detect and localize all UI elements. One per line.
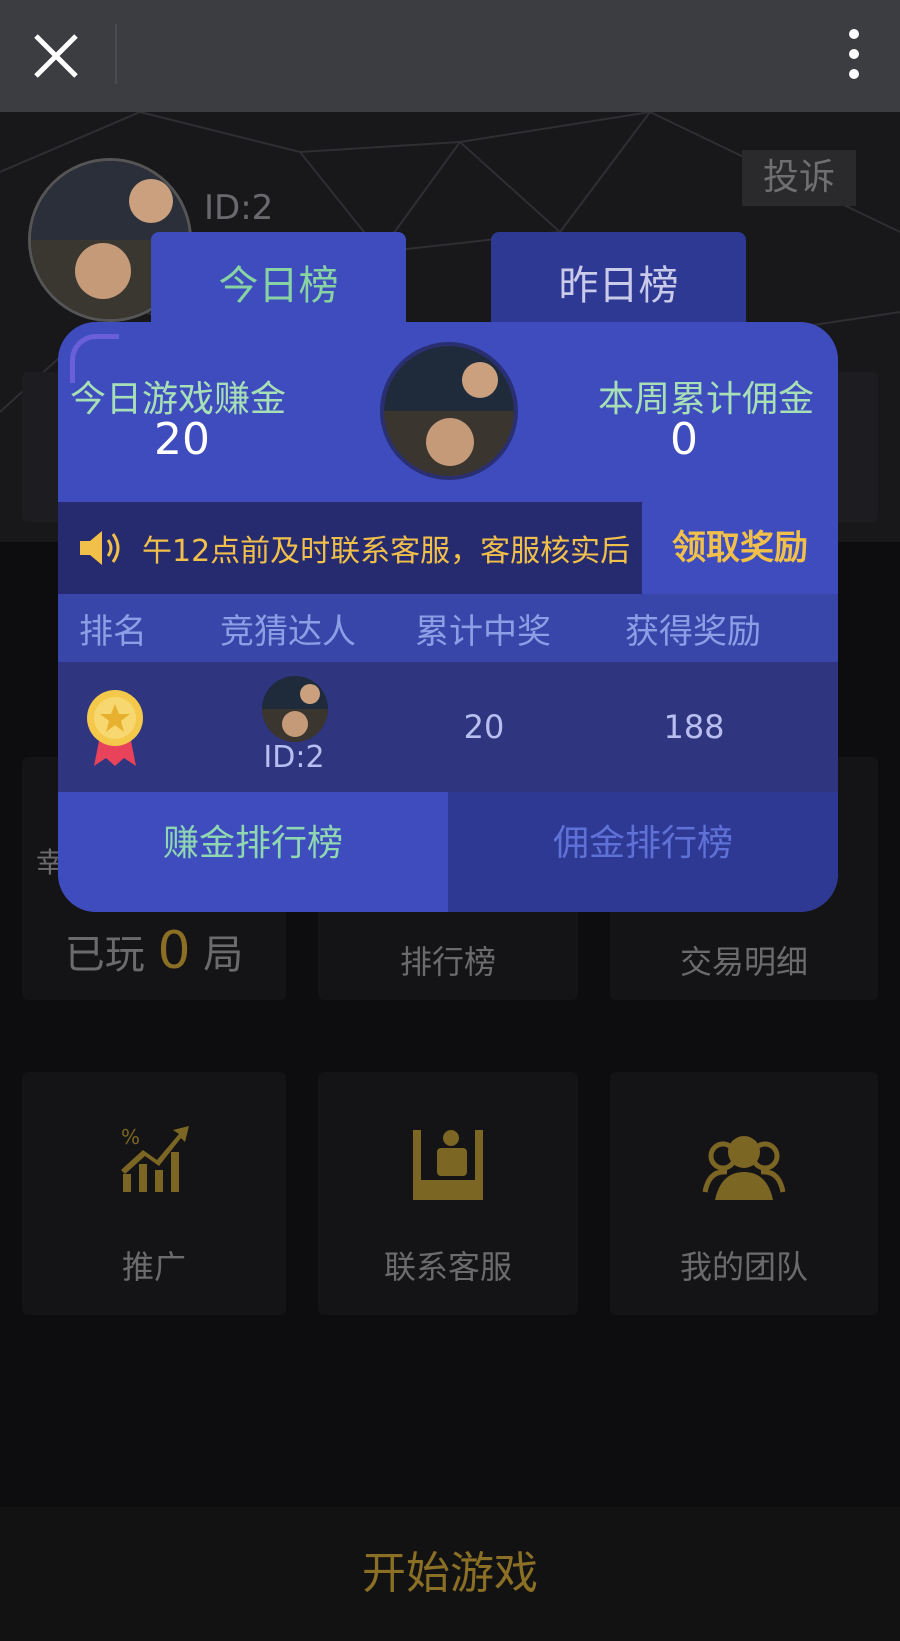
total-win-value: 20 — [463, 708, 505, 746]
card-contact-label: 联系客服 — [383, 1248, 512, 1286]
played-suffix: 局 — [203, 932, 244, 978]
more-vertical-icon[interactable] — [848, 28, 860, 80]
tab-earn-ranking[interactable]: 赚金排行榜 — [58, 792, 448, 912]
card-promote-label: 推广 — [121, 1248, 186, 1286]
played-count: 已玩 0 局 — [22, 921, 286, 981]
close-icon[interactable] — [30, 30, 82, 82]
card-promote[interactable]: % 推广 — [22, 1072, 286, 1315]
top-bar — [0, 0, 900, 112]
card-team[interactable]: 我的团队 — [610, 1072, 878, 1315]
player-avatar — [262, 676, 328, 742]
card-contact[interactable]: 联系客服 — [318, 1072, 578, 1315]
header-reward: 获得奖励 — [625, 612, 761, 652]
gold-medal-icon — [87, 690, 143, 766]
header-rank: 排名 — [79, 612, 147, 652]
week-commission-value: 0 — [670, 414, 698, 465]
player-id: ID:2 — [263, 740, 325, 775]
notice-text: 午12点前及时联系客服，客服核实后 — [142, 534, 631, 569]
growth-chart-icon: % — [121, 1125, 189, 1192]
played-prefix: 已玩 — [64, 932, 145, 978]
customer-service-icon — [413, 1130, 483, 1200]
header-total-win: 累计中奖 — [415, 612, 551, 652]
claim-reward-button[interactable]: 领取奖励 — [642, 502, 838, 594]
card-ranking-label: 排行榜 — [399, 943, 496, 981]
svg-text:%: % — [121, 1125, 140, 1149]
divider — [115, 24, 117, 84]
leaderboard-modal: 今日游戏赚金 20 本周累计佣金 0 午12点前及时联系客服，客服核实后 领取奖… — [58, 322, 838, 912]
reward-value: 188 — [663, 708, 725, 746]
table-header: 排名 竞猜达人 累计中奖 获得奖励 — [58, 594, 838, 662]
today-earn-value: 20 — [154, 414, 210, 465]
speaker-icon — [80, 531, 120, 565]
user-avatar — [380, 342, 518, 480]
tab-commission-ranking[interactable]: 佣金排行榜 — [448, 792, 838, 912]
user-id-label: ID:2 — [204, 188, 274, 228]
header-player: 竞猜达人 — [220, 612, 356, 652]
notice-bar: 午12点前及时联系客服，客服核实后 — [58, 502, 642, 594]
team-icon — [702, 1136, 786, 1200]
start-game-button[interactable]: 开始游戏 — [0, 1507, 900, 1641]
table-row: ID:2 20 188 — [58, 662, 838, 792]
played-number: 0 — [157, 921, 191, 981]
complain-button[interactable]: 投诉 — [742, 150, 856, 206]
card-team-label: 我的团队 — [679, 1248, 808, 1286]
card-transactions-label: 交易明细 — [679, 943, 808, 981]
